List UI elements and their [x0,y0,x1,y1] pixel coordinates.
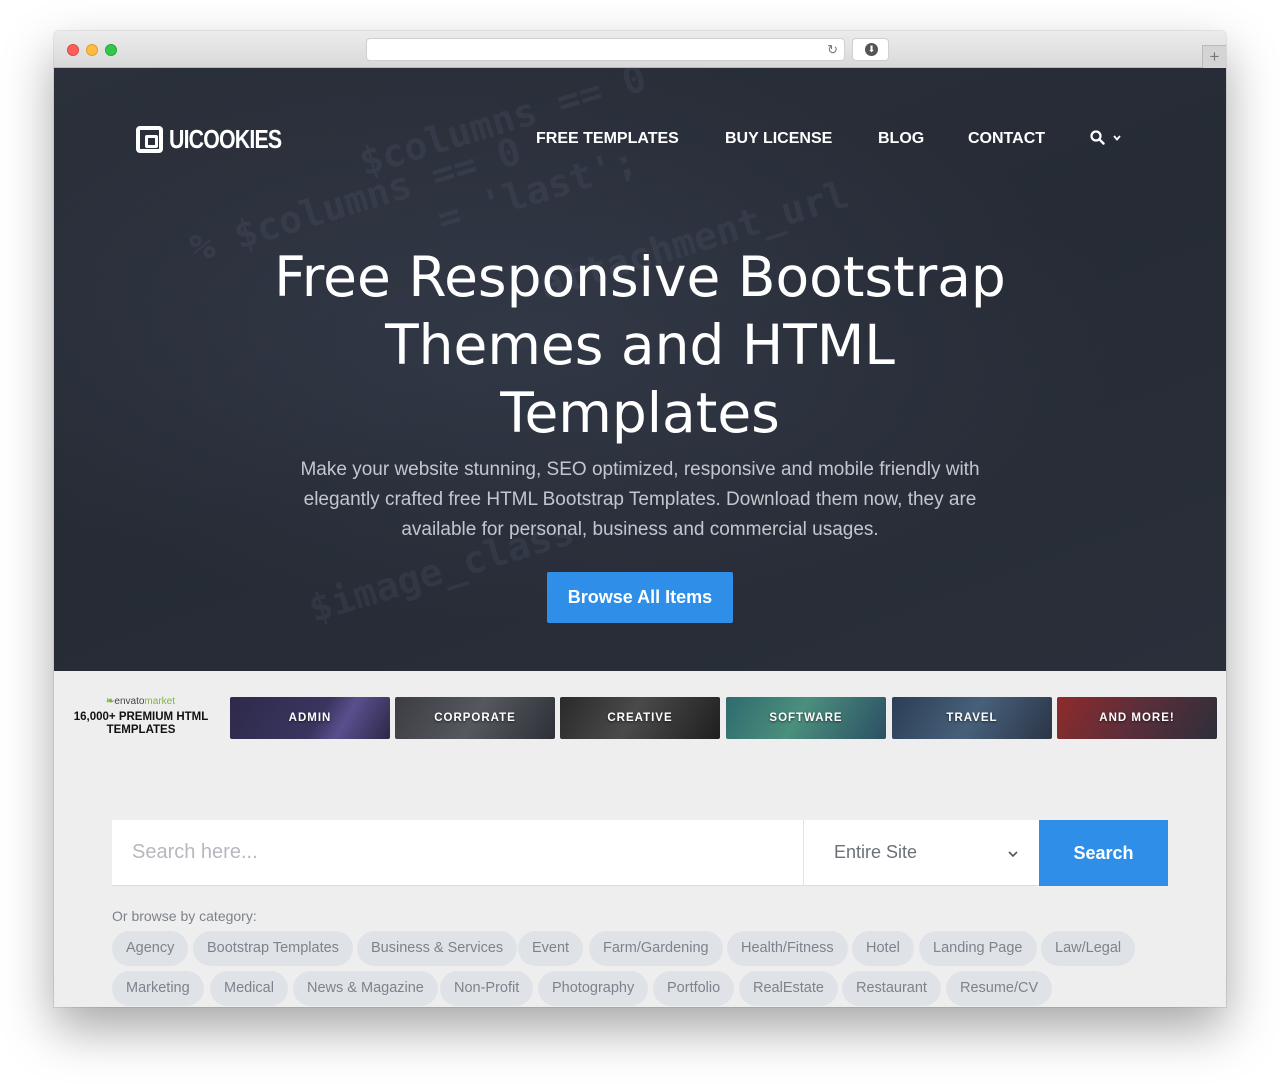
chevron-down-icon [1008,851,1018,858]
envato-tile-software[interactable]: SOFTWARE [726,697,886,739]
browse-category-label: Or browse by category: [112,908,257,924]
category-tag[interactable]: Farm/Gardening [589,931,723,966]
search-bar: Entire Site Search [112,820,1168,886]
category-tag[interactable]: Law/Legal [1041,931,1136,966]
category-tag[interactable]: Resume/CV [946,971,1053,1006]
nav-contact[interactable]: CONTACT [968,130,1045,148]
envato-tile-creative[interactable]: CREATIVE [560,697,720,739]
hero-subtitle: Make your website stunning, SEO optimize… [300,459,980,540]
category-tag[interactable]: RealEstate [739,971,838,1006]
search-input[interactable] [112,820,803,886]
search-icon [1090,130,1105,145]
minimize-window-button[interactable] [86,44,98,56]
envato-tile-admin[interactable]: ADMIN [230,697,390,739]
main-nav: FREE TEMPLATES BUY LICENSE BLOG CONTACT [54,130,1226,150]
new-tab-button[interactable]: + [1202,45,1226,68]
nav-search-toggle[interactable] [1090,130,1122,147]
search-button[interactable]: Search [1039,820,1168,886]
category-tag[interactable]: Marketing [112,971,204,1006]
category-tag[interactable]: Agency [112,931,189,966]
code-line: $columns == 0 [354,68,652,185]
category-tag[interactable]: Restaurant [842,971,941,1006]
category-tag[interactable]: Health/Fitness [727,931,848,966]
nav-free-templates[interactable]: FREE TEMPLATES [536,130,679,148]
hero-section: $columns == 0 % $columns == 0 = 'last'; … [54,68,1226,671]
close-window-button[interactable] [67,44,79,56]
category-tag[interactable]: Landing Page [919,931,1037,966]
browse-all-items-button[interactable]: Browse All Items [547,572,733,623]
download-icon: ⬇ [865,43,878,56]
category-tag[interactable]: Photography [538,971,649,1006]
plus-icon: + [1209,47,1220,66]
category-tag[interactable]: Non-Profit [440,971,534,1006]
envato-tile-and-more[interactable]: AND MORE! [1057,697,1217,739]
category-tag[interactable]: Portfolio [653,971,735,1006]
category-tag[interactable]: Business & Services [357,931,518,966]
search-scope-value: Entire Site [834,842,918,862]
envato-tagline: 16,000+ PREMIUM HTML TEMPLATES [73,711,209,736]
category-tag[interactable]: Event [518,931,584,966]
category-tag[interactable]: News & Magazine [293,971,438,1006]
maximize-window-button[interactable] [105,44,117,56]
hero-title: Free Responsive Bootstrap Themes and HTM… [274,245,1006,445]
download-button[interactable]: ⬇ [852,38,889,61]
search-scope-select[interactable]: Entire Site [803,820,1039,886]
category-tag[interactable]: Hotel [852,931,914,966]
nav-blog[interactable]: BLOG [878,130,924,148]
envato-market-logo: ❧envatomarket [106,696,175,707]
envato-tile-travel[interactable]: TRAVEL [892,697,1052,739]
envato-banner[interactable]: ❧envatomarket 16,000+ PREMIUM HTML TEMPL… [54,671,1226,771]
code-line: = 'last'; [432,138,642,242]
browser-titlebar: ↻ ⬇ + [54,31,1226,68]
reload-icon[interactable]: ↻ [827,42,838,57]
address-bar[interactable]: ↻ [366,38,845,61]
chevron-down-icon [1113,135,1121,141]
category-tag[interactable]: Bootstrap Templates [193,931,353,966]
nav-buy-license[interactable]: BUY LICENSE [725,130,832,148]
browser-window: ↻ ⬇ + $columns == 0 % $columns == 0 = 'l… [54,31,1226,1007]
category-tag[interactable]: Medical [210,971,288,1006]
envato-tile-corporate[interactable]: CORPORATE [395,697,555,739]
